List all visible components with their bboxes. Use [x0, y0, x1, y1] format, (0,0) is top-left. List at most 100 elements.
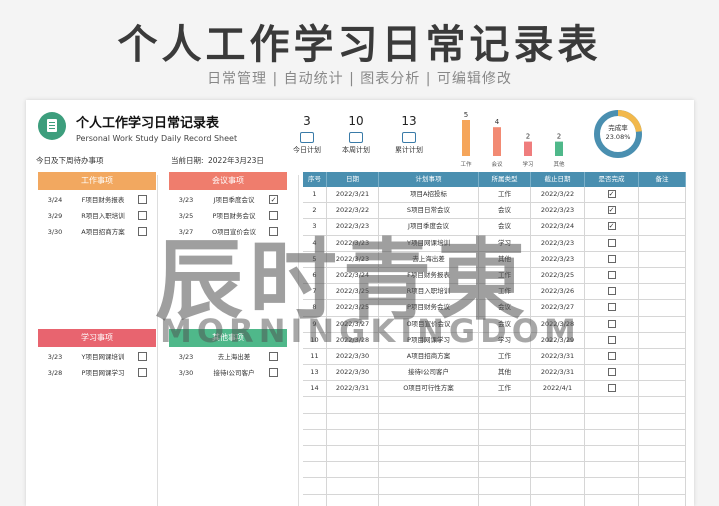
- type-bar-chart: 5 工作 4 会议 2 学习 2 其他: [460, 111, 565, 168]
- item-checkbox[interactable]: [269, 352, 278, 361]
- cell-done[interactable]: [585, 251, 639, 267]
- cell-done[interactable]: [585, 429, 639, 445]
- bar: [555, 141, 563, 156]
- column-header: 备注: [639, 172, 686, 187]
- done-checkbox[interactable]: [607, 319, 616, 328]
- cell-done[interactable]: [585, 284, 639, 300]
- bar-value-label: 2: [557, 133, 561, 141]
- cell-done[interactable]: [585, 267, 639, 284]
- cell-done[interactable]: [585, 235, 639, 251]
- cell-no: 1: [303, 187, 327, 203]
- todo-label: 今日及下周待办事项: [36, 156, 104, 165]
- cell-done[interactable]: [585, 316, 639, 332]
- done-checkbox[interactable]: [607, 238, 616, 247]
- item-checkbox[interactable]: ✓: [269, 195, 278, 204]
- cell-done[interactable]: [585, 381, 639, 397]
- cell-note: [639, 300, 686, 316]
- item-checkbox[interactable]: [269, 368, 278, 377]
- done-checkbox[interactable]: [607, 254, 616, 263]
- done-checkbox[interactable]: ✓: [607, 222, 616, 231]
- cell-done[interactable]: ✓: [585, 187, 639, 203]
- bar: [524, 141, 532, 156]
- cell-done[interactable]: ✓: [585, 203, 639, 219]
- cell-note: [639, 381, 686, 397]
- chart-icon: [300, 132, 314, 143]
- cell-done[interactable]: [585, 446, 639, 462]
- item-checkbox[interactable]: [138, 211, 147, 220]
- cell-type: [479, 429, 531, 445]
- cell-done[interactable]: [585, 348, 639, 365]
- cell-done[interactable]: [585, 300, 639, 316]
- cell-done[interactable]: [585, 365, 639, 381]
- cell-done[interactable]: [585, 332, 639, 348]
- done-checkbox[interactable]: [607, 384, 616, 393]
- cell-no: [303, 446, 327, 462]
- cell-done[interactable]: [585, 413, 639, 429]
- cell-date: [327, 462, 379, 478]
- done-checkbox[interactable]: [607, 270, 616, 279]
- column-header: 是否完成: [585, 172, 639, 187]
- stat-today-label: 今日计划: [293, 146, 321, 154]
- panel-study-item: 3/28 P项目网课学习: [40, 367, 154, 379]
- cell-date: [327, 413, 379, 429]
- cell-note: [639, 251, 686, 267]
- column-header: 截止日期: [531, 172, 585, 187]
- cell-no: [303, 413, 327, 429]
- cell-task: [379, 413, 479, 429]
- cell-task: [379, 429, 479, 445]
- cell-due: 2022/3/31: [531, 365, 585, 381]
- cell-done[interactable]: [585, 494, 639, 506]
- done-checkbox[interactable]: ✓: [607, 190, 616, 198]
- item-date: 3/30: [178, 369, 194, 377]
- cell-date: [327, 494, 379, 506]
- panel-meeting-header: 会议事项: [169, 172, 287, 190]
- table-row: 13 2022/3/30 接待I公司客户 其他 2022/3/31: [303, 365, 686, 382]
- cell-task: 接待I公司客户: [379, 365, 479, 381]
- column-header: 所属类型: [479, 172, 531, 187]
- bar-value-label: 5: [464, 111, 468, 119]
- table-row: 1 2022/3/21 项目A招投标 工作 2022/3/22 ✓: [303, 187, 686, 204]
- cell-done[interactable]: [585, 478, 639, 494]
- cell-date: 2022/3/31: [327, 381, 379, 397]
- item-checkbox[interactable]: [138, 195, 147, 204]
- cell-type: 其他: [479, 365, 531, 381]
- cell-note: [639, 462, 686, 478]
- done-checkbox[interactable]: [607, 351, 616, 360]
- stat-week: 10 本周计划: [331, 114, 381, 155]
- table-row: [303, 494, 686, 506]
- banner-title: 个人工作学习日常记录表: [117, 22, 602, 68]
- item-date: 3/28: [47, 369, 63, 377]
- donut-caption: 完成率: [608, 124, 628, 132]
- done-checkbox[interactable]: ✓: [607, 206, 616, 215]
- banner-subtitle: 日常管理 | 自动统计 | 图表分析 | 可编辑修改: [207, 71, 512, 87]
- list-icon: [349, 132, 363, 143]
- cell-date: 2022/3/30: [327, 365, 379, 381]
- cell-done[interactable]: ✓: [585, 219, 639, 235]
- table-row: [303, 413, 686, 430]
- stat-total-value: 13: [401, 114, 417, 128]
- cell-task: [379, 397, 479, 413]
- cell-due: 2022/3/26: [531, 284, 585, 300]
- cell-note: [639, 316, 686, 332]
- item-checkbox[interactable]: [138, 368, 147, 377]
- column-header: 序号: [303, 172, 327, 187]
- cell-due: 2022/3/22: [531, 187, 585, 203]
- cell-task: [379, 494, 479, 506]
- cell-done[interactable]: [585, 397, 639, 413]
- done-checkbox[interactable]: [607, 287, 616, 296]
- item-checkbox[interactable]: [138, 352, 147, 361]
- item-checkbox[interactable]: [138, 227, 147, 236]
- cell-due: [531, 397, 585, 413]
- bar-category-label: 工作: [460, 160, 472, 168]
- date-label: 当前日期:: [171, 156, 204, 165]
- item-date: 3/23: [178, 196, 194, 204]
- cell-done[interactable]: [585, 462, 639, 478]
- cell-task: [379, 446, 479, 462]
- panel-study-header: 学习事项: [38, 329, 156, 347]
- column-header: 日期: [327, 172, 379, 187]
- done-checkbox[interactable]: [607, 368, 616, 377]
- done-checkbox[interactable]: [607, 335, 616, 344]
- cell-date: 2022/3/21: [327, 187, 379, 203]
- done-checkbox[interactable]: [607, 303, 616, 312]
- panel-meeting-item: 3/23 J项目季度会议 ✓: [171, 194, 285, 206]
